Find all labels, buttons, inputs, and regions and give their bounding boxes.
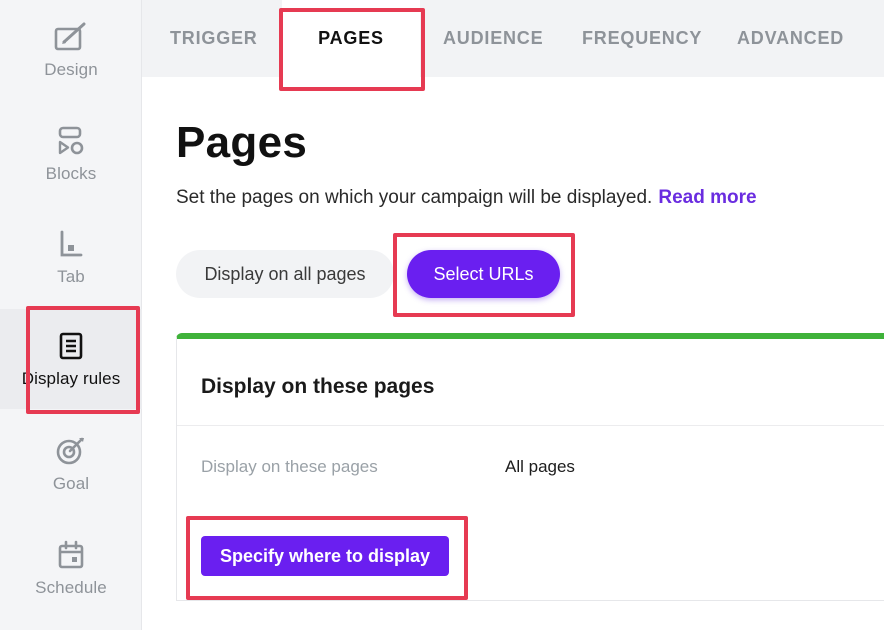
page-description: Set the pages on which your campaign wil… — [176, 187, 757, 209]
sidebar-item-display-rules[interactable]: Display rules — [0, 309, 142, 409]
display-pages-value: All pages — [505, 457, 575, 476]
sidebar-item-label: Design — [44, 60, 98, 79]
sidebar-item-schedule[interactable]: Schedule — [0, 518, 142, 618]
select-urls-option[interactable]: Select URLs — [407, 250, 560, 298]
tab-icon — [54, 227, 88, 261]
tab-frequency[interactable]: FREQUENCY — [582, 0, 702, 77]
read-more-link[interactable]: Read more — [658, 187, 756, 208]
tab-audience[interactable]: AUDIENCE — [443, 0, 543, 77]
sidebar-item-blocks[interactable]: Blocks — [0, 104, 142, 204]
sidebar-item-design[interactable]: Design — [0, 0, 142, 100]
goal-icon — [54, 434, 88, 468]
sidebar-item-tab[interactable]: Tab — [0, 207, 142, 307]
blocks-icon — [54, 124, 88, 158]
tab-trigger[interactable]: TRIGGER — [170, 0, 258, 77]
sidebar-item-label: Tab — [57, 267, 85, 286]
sidebar-item-label: Schedule — [35, 578, 107, 597]
settings-tabs: TRIGGER PAGES AUDIENCE FREQUENCY ADVANCE… — [142, 0, 884, 77]
sidebar-item-label: Display rules — [21, 369, 121, 388]
specify-where-to-display-button[interactable]: Specify where to display — [201, 536, 449, 576]
display-pages-card: Display on these pages Display on these … — [176, 333, 884, 601]
sidebar-item-label: Blocks — [45, 164, 97, 183]
tab-pages[interactable]: PAGES — [282, 0, 420, 77]
sidebar: Design Blocks Tab Display rules Goal Sch… — [0, 0, 142, 630]
display-rules-icon — [54, 329, 88, 363]
sidebar-item-goal[interactable]: Goal — [0, 414, 142, 514]
display-all-pages-option[interactable]: Display on all pages — [176, 250, 394, 298]
schedule-icon — [54, 538, 88, 572]
description-text: Set the pages on which your campaign wil… — [176, 187, 653, 208]
display-pages-label: Display on these pages — [201, 457, 378, 476]
card-header: Display on these pages — [177, 339, 884, 426]
page-title: Pages — [176, 118, 308, 167]
tab-advanced[interactable]: ADVANCED — [737, 0, 844, 77]
design-icon — [54, 20, 88, 54]
card-title: Display on these pages — [201, 375, 435, 398]
sidebar-item-label: Goal — [52, 474, 90, 493]
